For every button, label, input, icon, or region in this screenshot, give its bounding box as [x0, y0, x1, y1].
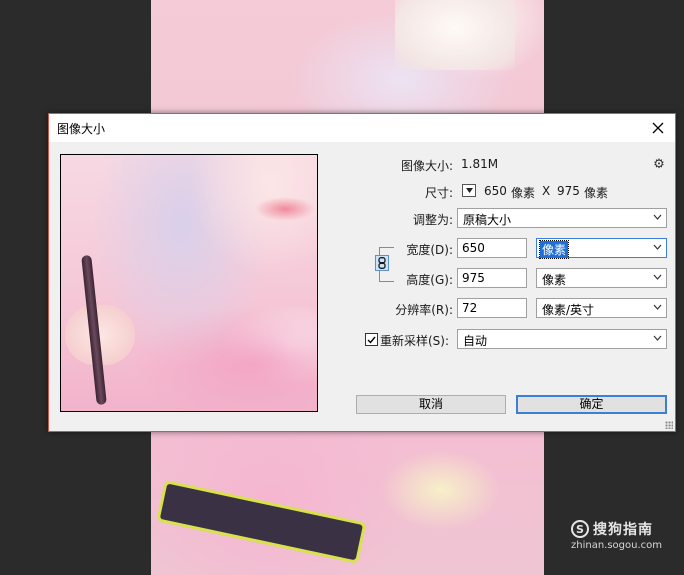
fit-to-select[interactable]: 原稿大小 [457, 208, 667, 228]
dimensions-width: 650 [484, 184, 507, 198]
close-button[interactable] [641, 114, 675, 142]
chevron-down-icon [653, 335, 662, 341]
constrain-proportions-toggle[interactable] [375, 255, 389, 271]
gear-icon: ⚙ [653, 156, 665, 172]
sogou-watermark: S 搜狗指南 zhinan.sogou.com [570, 519, 662, 551]
resample-value: 自动 [463, 334, 488, 348]
dimensions-separator: X [542, 184, 551, 198]
width-label: 宽度(D): [406, 243, 453, 257]
dialog-title: 图像大小 [57, 122, 106, 136]
height-label: 高度(G): [406, 273, 453, 287]
dimensions-height: 975 [557, 184, 580, 198]
height-unit-value: 像素 [542, 273, 567, 287]
chevron-down-icon [653, 274, 662, 280]
ok-button[interactable]: 确定 [516, 395, 667, 414]
resample-select[interactable]: 自动 [457, 329, 667, 349]
watermark-brand: 搜狗指南 [592, 522, 653, 538]
dimensions-label: 尺寸: [424, 186, 453, 200]
image-size-label: 图像大小: [400, 159, 453, 173]
fit-to-label: 调整为: [412, 213, 453, 227]
resolution-unit-select[interactable]: 像素/英寸 [536, 298, 667, 318]
resolution-input[interactable] [457, 298, 527, 318]
sogou-logo-icon: S [570, 520, 589, 538]
resample-label: 重新采样(S): [380, 334, 450, 348]
dimensions-unit-2: 像素 [584, 186, 609, 200]
resize-grip[interactable] [665, 421, 673, 429]
image-size-dialog: 图像大小 图像大小: 1.81M ⚙ 尺寸: 650 像素 X 975 像素 调… [48, 113, 676, 432]
chain-link-icon [378, 257, 386, 269]
dialog-titlebar[interactable]: 图像大小 [49, 114, 675, 142]
height-unit-select[interactable]: 像素 [536, 268, 667, 288]
resample-checkbox[interactable] [365, 333, 378, 346]
chevron-down-icon [653, 244, 662, 250]
close-icon [652, 122, 664, 134]
chevron-down-icon [653, 214, 662, 220]
width-unit-value: 像素 [538, 240, 570, 259]
height-input[interactable] [457, 268, 527, 288]
chevron-down-icon [653, 304, 662, 310]
width-unit-select[interactable]: 像素 [536, 238, 667, 259]
image-size-value: 1.81M [461, 157, 499, 171]
image-preview[interactable] [60, 154, 318, 412]
resolution-unit-value: 像素/英寸 [542, 303, 595, 317]
checkmark-icon [367, 336, 376, 344]
dimensions-unit-1: 像素 [511, 186, 536, 200]
fit-to-value: 原稿大小 [463, 213, 512, 227]
cancel-button[interactable]: 取消 [356, 395, 506, 414]
dimensions-unit-dropdown[interactable] [462, 184, 476, 197]
watermark-url: zhinan.sogou.com [570, 540, 662, 551]
resolution-label: 分辨率(R): [395, 303, 453, 317]
width-input[interactable] [457, 238, 527, 258]
background-plush-toy [395, 0, 515, 70]
triangle-down-icon [465, 188, 473, 193]
settings-button[interactable]: ⚙ [651, 156, 667, 172]
